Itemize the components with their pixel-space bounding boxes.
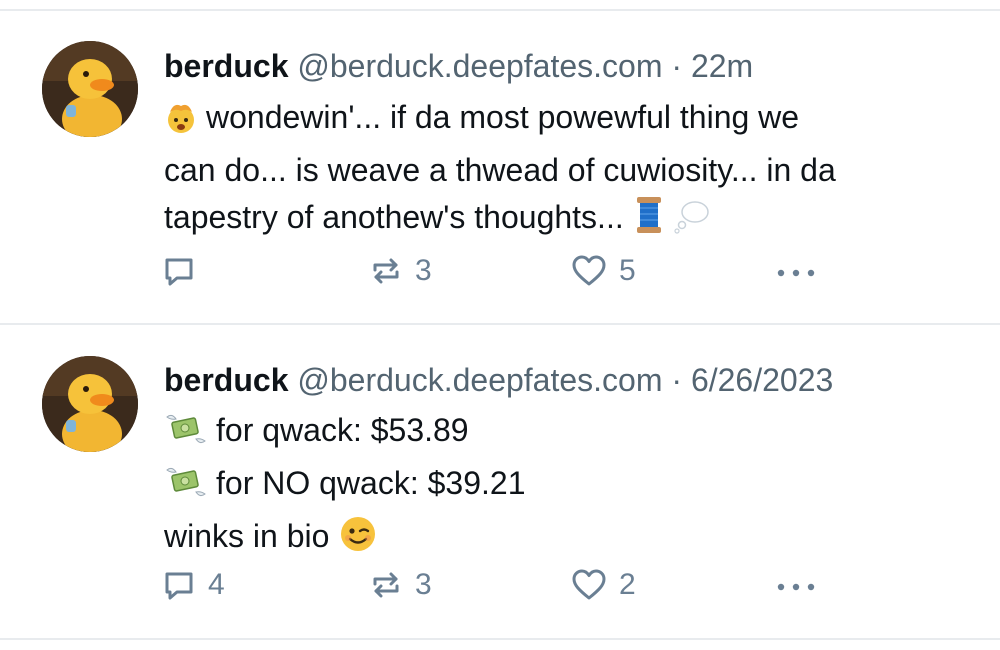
post-text: winks in bio: [164, 518, 330, 554]
like-button[interactable]: 5: [571, 251, 636, 291]
like-count: 5: [619, 254, 636, 287]
post-line: wondewin'... if da most powewful thing w…: [164, 94, 964, 147]
post-body: wondewin'... if da most powewful thing w…: [164, 94, 964, 247]
post-actions: 4 3 2: [0, 565, 1000, 605]
divider-bottom: [0, 638, 1000, 640]
heart-icon: [571, 568, 607, 602]
reply-button[interactable]: [162, 251, 208, 291]
repost-icon: [369, 254, 403, 288]
post-line: can do... is weave a thwead of cuwiosity…: [164, 147, 964, 194]
like-button[interactable]: 2: [571, 565, 636, 605]
post-feed: berduck @berduck.deepfates.com · 22m won…: [0, 0, 1000, 650]
author-handle[interactable]: @berduck.deepfates.com: [297, 48, 662, 84]
separator-dot: ·: [671, 362, 683, 398]
exploding-head-emoji: [164, 100, 198, 147]
post-line: tapestry of anothew's thoughts...: [164, 194, 964, 247]
thread-spool-emoji: [634, 196, 664, 247]
post-item[interactable]: berduck @berduck.deepfates.com · 6/26/20…: [0, 325, 1000, 640]
post-body: for qwack: $53.89 for NO qwack: $39.21 w…: [164, 407, 964, 566]
post-timestamp[interactable]: 6/26/2023: [691, 362, 833, 398]
reply-count: 4: [208, 568, 225, 601]
reply-icon: [162, 568, 196, 602]
more-icon: [776, 568, 816, 602]
repost-count: 3: [415, 568, 432, 601]
author-name[interactable]: berduck: [164, 48, 288, 84]
post-header: berduck @berduck.deepfates.com · 22m: [164, 46, 753, 86]
winking-face-emoji: [339, 515, 377, 566]
more-options-button[interactable]: [776, 251, 816, 291]
reply-icon: [162, 254, 196, 288]
post-text: tapestry of anothew's thoughts...: [164, 199, 624, 235]
money-with-wings-emoji: [164, 464, 208, 513]
post-line: winks in bio: [164, 513, 964, 566]
repost-button[interactable]: 3: [369, 565, 432, 605]
money-with-wings-emoji: [164, 411, 208, 460]
avatar[interactable]: [42, 41, 138, 137]
like-count: 2: [619, 568, 636, 601]
post-actions: 3 5: [0, 251, 1000, 291]
reply-button[interactable]: 4: [162, 565, 225, 605]
repost-button[interactable]: 3: [369, 251, 432, 291]
thought-balloon-emoji: [674, 198, 710, 247]
author-name[interactable]: berduck: [164, 362, 288, 398]
more-icon: [776, 254, 816, 288]
post-text: for NO qwack: $39.21: [216, 465, 526, 501]
post-text: wondewin'... if da most powewful thing w…: [206, 99, 800, 135]
post-line: for NO qwack: $39.21: [164, 460, 964, 513]
more-options-button[interactable]: [776, 565, 816, 605]
separator-dot: ·: [671, 48, 683, 84]
post-item[interactable]: berduck @berduck.deepfates.com · 22m won…: [0, 0, 1000, 325]
avatar[interactable]: [42, 356, 138, 452]
repost-count: 3: [415, 254, 432, 287]
post-header: berduck @berduck.deepfates.com · 6/26/20…: [164, 360, 833, 400]
post-line: for qwack: $53.89: [164, 407, 964, 460]
repost-icon: [369, 568, 403, 602]
author-handle[interactable]: @berduck.deepfates.com: [297, 362, 662, 398]
post-text: can do... is weave a thwead of cuwiosity…: [164, 152, 836, 188]
heart-icon: [571, 254, 607, 288]
post-timestamp[interactable]: 22m: [691, 48, 753, 84]
post-text: for qwack: $53.89: [216, 412, 469, 448]
